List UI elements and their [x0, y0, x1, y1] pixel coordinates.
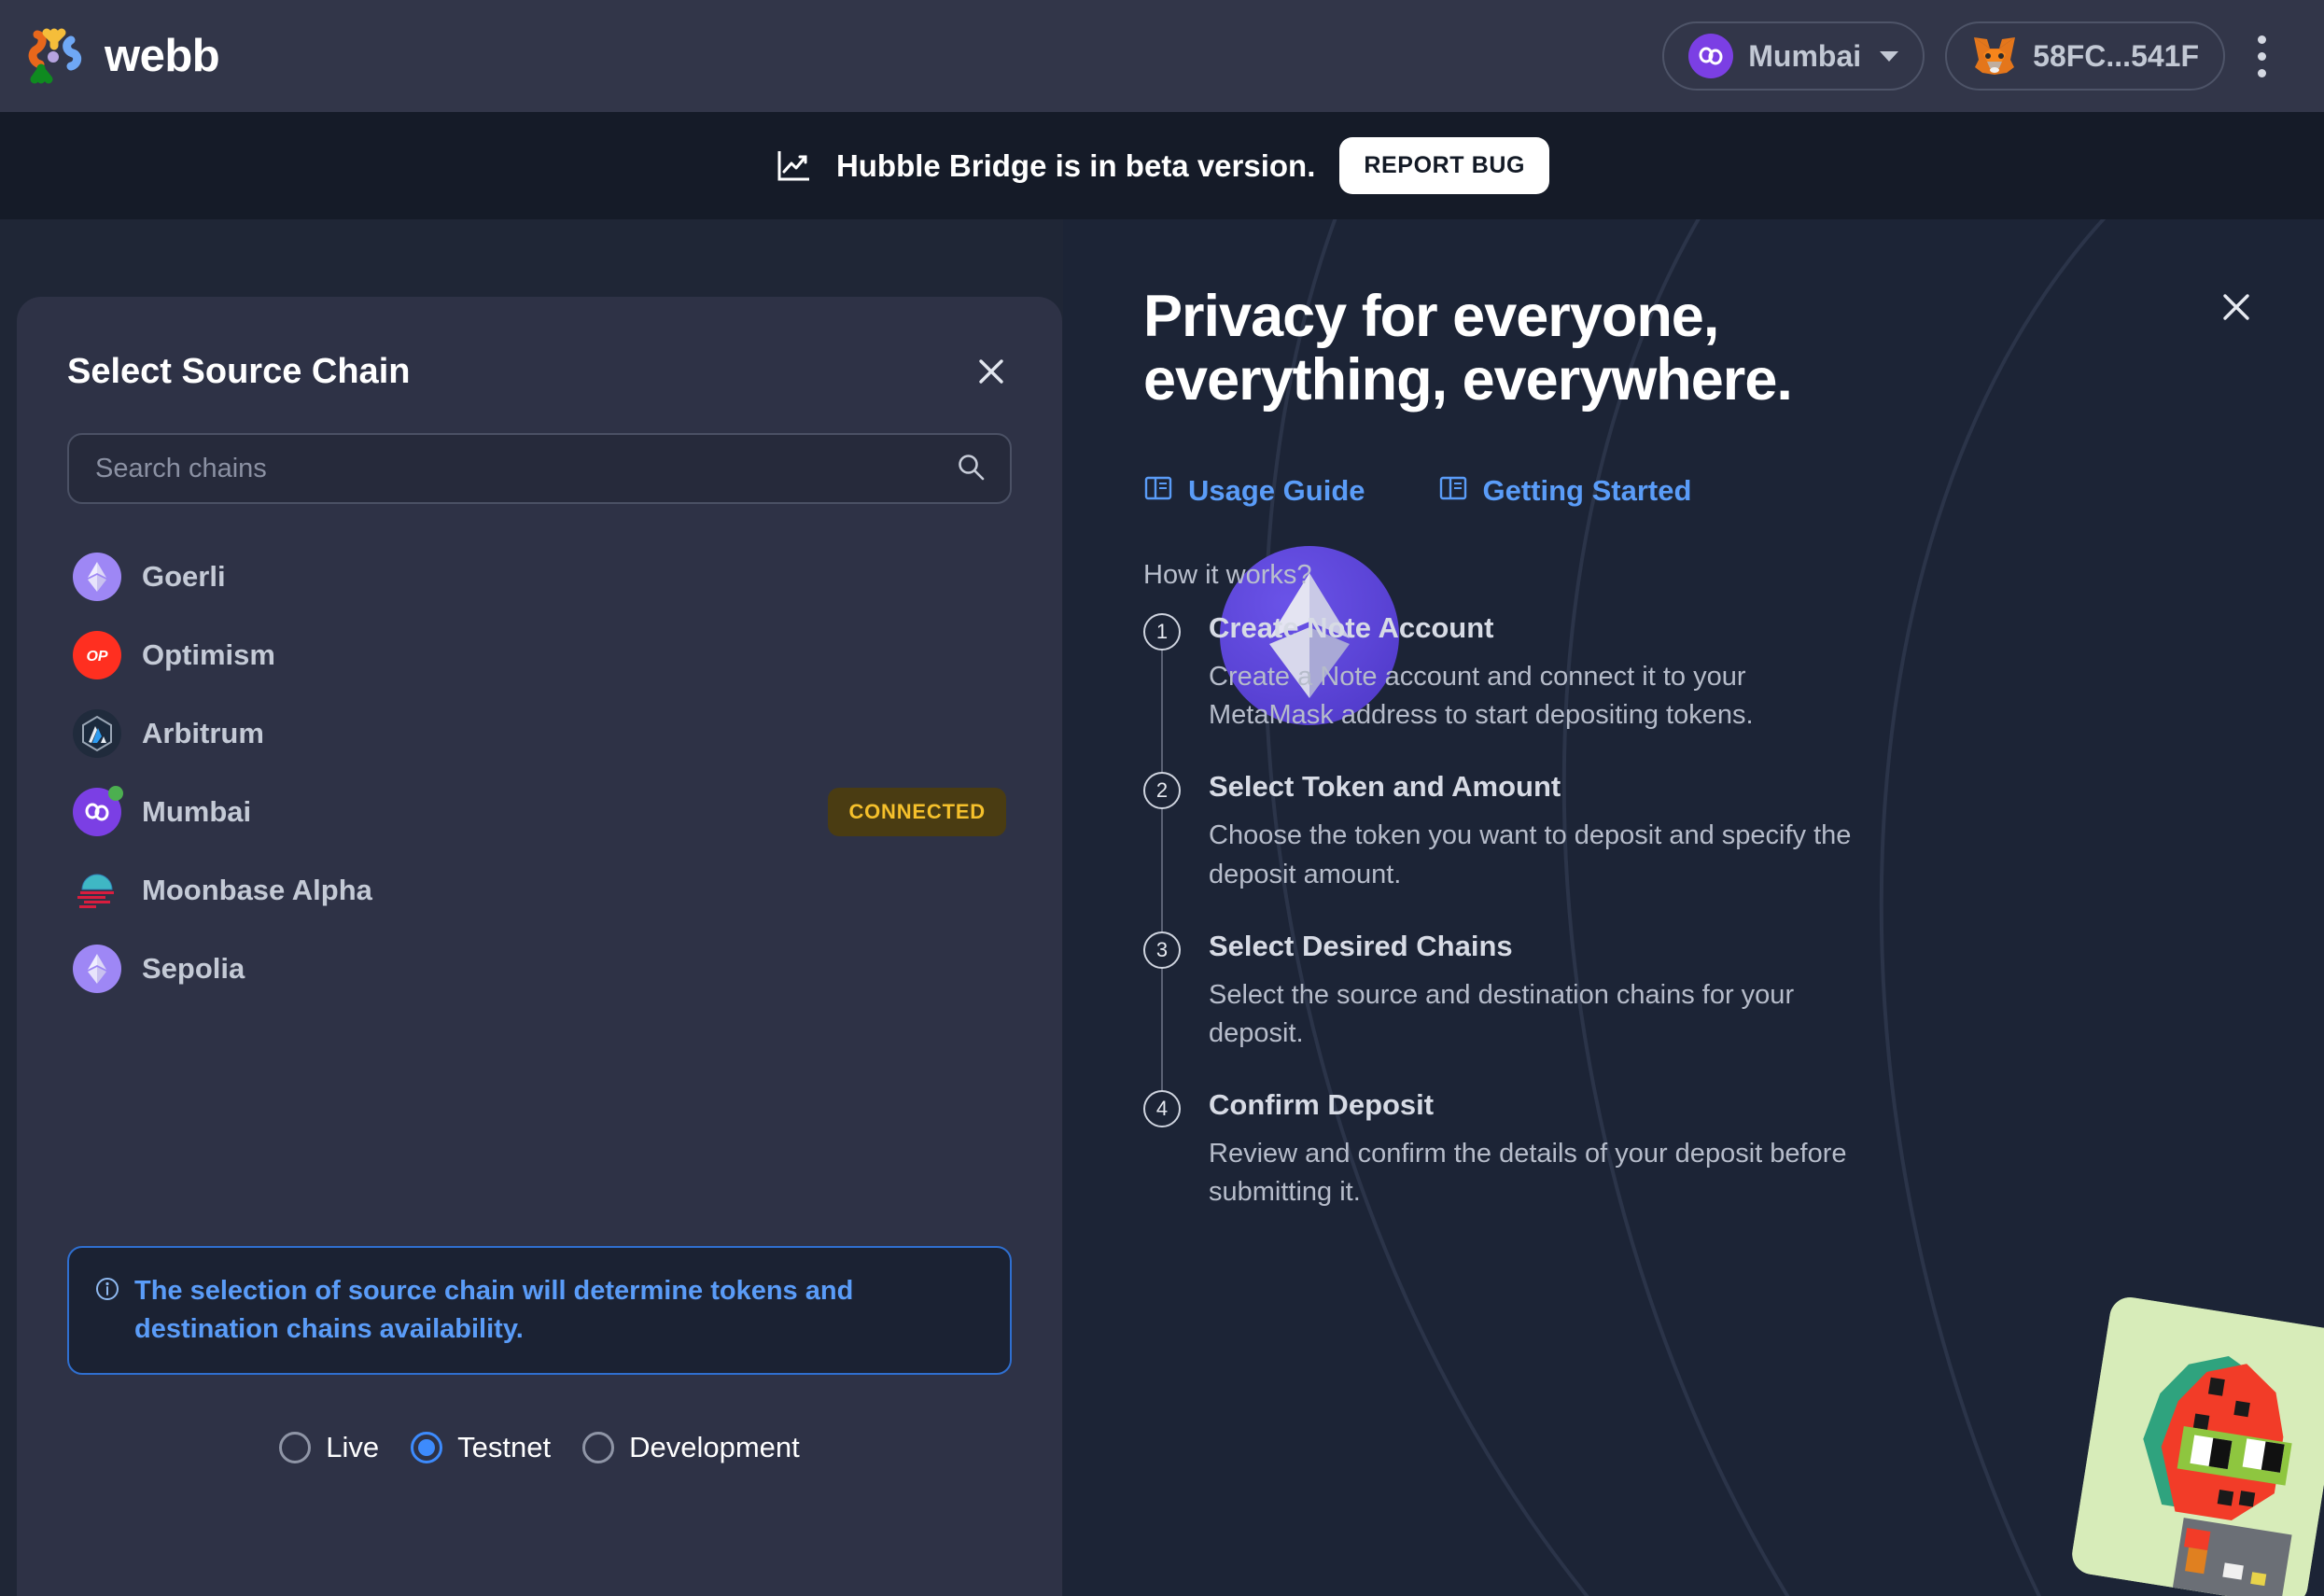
step-description: Choose the token you want to deposit and… [1209, 820, 1852, 889]
step-description: Review and confirm the details of your d… [1209, 1139, 1847, 1208]
step-item: 2 Select Token and Amount Choose the tok… [1143, 770, 1871, 939]
step-title: Select Desired Chains [1209, 929, 1513, 962]
beta-banner-text: Hubble Bridge is in beta version. [835, 147, 1316, 183]
webb-logo-icon [24, 27, 84, 85]
step-number: 3 [1143, 931, 1181, 969]
chain-name: Goerli [142, 560, 226, 593]
step-item: 3 Select Desired Chains Select the sourc… [1143, 929, 1871, 1099]
radio-testnet[interactable]: Testnet [411, 1431, 551, 1464]
alert-text: The selection of source chain will deter… [134, 1276, 854, 1345]
chain-name: Moonbase Alpha [142, 874, 372, 906]
chain-row-optimism[interactable]: OP Optimism [67, 616, 1012, 694]
chain-name: Mumbai [142, 795, 252, 828]
step-item: 4 Confirm Deposit Review and confirm the… [1143, 1088, 1871, 1211]
select-source-chain-panel: Select Source Chain Search chains Goerli… [17, 297, 1062, 1596]
page-title: Privacy for everyone, everything, everyw… [1143, 285, 1983, 412]
hero-title-line1: Privacy for everyone, [1143, 284, 1719, 349]
radio-live-label: Live [326, 1431, 380, 1463]
app-header: webb Mumbai 58FC...541F [0, 0, 2324, 112]
chain-row-mumbai[interactable]: Mumbai CONNECTED [67, 773, 1012, 851]
panel-header: Select Source Chain [67, 351, 1012, 392]
book-icon [1143, 473, 1173, 508]
search-chains-field[interactable] [67, 433, 1012, 504]
ethereum-icon [73, 945, 121, 993]
step-item: 1 Create Note Account Create a Note acco… [1143, 611, 1871, 780]
chevron-down-icon [1880, 50, 1899, 62]
status-badge: CONNECTED [828, 788, 1006, 836]
header-actions: Mumbai 58FC...541F [1662, 21, 2268, 91]
polygon-icon [1688, 34, 1734, 78]
radio-testnet-label: Testnet [457, 1431, 552, 1463]
radio-development-label: Development [629, 1431, 800, 1463]
chain-row-sepolia[interactable]: Sepolia [67, 930, 1012, 1008]
hero-panel: Privacy for everyone, everything, everyw… [1063, 219, 2324, 1596]
getting-started-link[interactable]: Getting Started [1438, 473, 1692, 508]
network-chip-label: Mumbai [1748, 38, 1862, 73]
report-bug-button[interactable]: REPORT BUG [1339, 137, 1550, 194]
usage-guide-link[interactable]: Usage Guide [1143, 473, 1365, 508]
line-chart-icon [775, 147, 812, 185]
step-connector [1161, 807, 1163, 939]
chain-row-goerli[interactable]: Goerli [67, 538, 1012, 616]
chain-name: Optimism [142, 638, 275, 671]
moonbeam-icon [73, 866, 121, 915]
radio-live[interactable]: Live [279, 1431, 379, 1464]
optimism-icon: OP [73, 631, 121, 679]
step-title: Create Note Account [1209, 611, 1494, 644]
brand-logo[interactable]: webb [24, 27, 220, 85]
radio-development-mark[interactable] [582, 1432, 615, 1463]
radio-development[interactable]: Development [582, 1431, 800, 1464]
beta-banner: Hubble Bridge is in beta version. REPORT… [0, 112, 2324, 219]
wallet-address-chip[interactable]: 58FC...541F [1945, 21, 2225, 91]
network-mode-radio-group: Live Testnet Development [17, 1431, 1062, 1464]
search-input[interactable] [95, 453, 956, 484]
usage-guide-label: Usage Guide [1188, 473, 1365, 507]
step-description: Create a Note account and connect it to … [1209, 662, 1754, 731]
panel-close-icon[interactable] [971, 351, 1012, 392]
connected-status-dot [108, 786, 123, 801]
info-icon [95, 1277, 119, 1349]
step-title: Confirm Deposit [1209, 1088, 1435, 1122]
wallet-address-label: 58FC...541F [2033, 38, 2199, 73]
hero-close-icon[interactable] [2219, 290, 2253, 329]
step-description: Select the source and destination chains… [1209, 979, 1795, 1048]
radio-testnet-mark[interactable] [411, 1432, 443, 1463]
network-selector-chip[interactable]: Mumbai [1662, 21, 1925, 91]
brand-name: webb [105, 31, 220, 81]
ethereum-icon [73, 553, 121, 601]
step-connector [1161, 966, 1163, 1099]
chain-row-arbitrum[interactable]: Arbitrum [67, 694, 1012, 773]
search-icon[interactable] [956, 452, 986, 486]
step-number: 1 [1143, 613, 1181, 651]
polygon-icon [73, 786, 123, 836]
chain-name: Arbitrum [142, 717, 264, 749]
step-number: 4 [1143, 1090, 1181, 1128]
hero-title-line2: everything, everywhere. [1143, 347, 1793, 413]
svg-text:OP: OP [86, 649, 107, 665]
panel-title: Select Source Chain [67, 351, 411, 391]
chain-list: Goerli OP Optimism Arbitrum Mumbai CONNE… [67, 538, 1012, 1008]
arbitrum-icon [73, 709, 121, 758]
how-it-works-heading: How it works? [1143, 560, 1312, 590]
chain-row-moonbase-alpha[interactable]: Moonbase Alpha [67, 851, 1012, 930]
metamask-fox-icon [1971, 34, 2018, 78]
radio-live-mark[interactable] [279, 1432, 312, 1463]
how-it-works-steps: 1 Create Note Account Create a Note acco… [1143, 611, 1871, 1232]
getting-started-label: Getting Started [1482, 473, 1692, 507]
chain-name: Sepolia [142, 952, 245, 985]
book-icon [1438, 473, 1468, 508]
app-root: webb Mumbai 58FC...541F Hubble Bridge is… [0, 0, 2324, 1596]
source-chain-info-alert: The selection of source chain will deter… [67, 1246, 1012, 1376]
step-number: 2 [1143, 772, 1181, 810]
kebab-menu-icon[interactable] [2255, 35, 2268, 77]
step-title: Select Token and Amount [1209, 770, 1561, 804]
step-connector [1161, 649, 1163, 780]
hero-links: Usage Guide Getting Started [1143, 473, 1691, 508]
